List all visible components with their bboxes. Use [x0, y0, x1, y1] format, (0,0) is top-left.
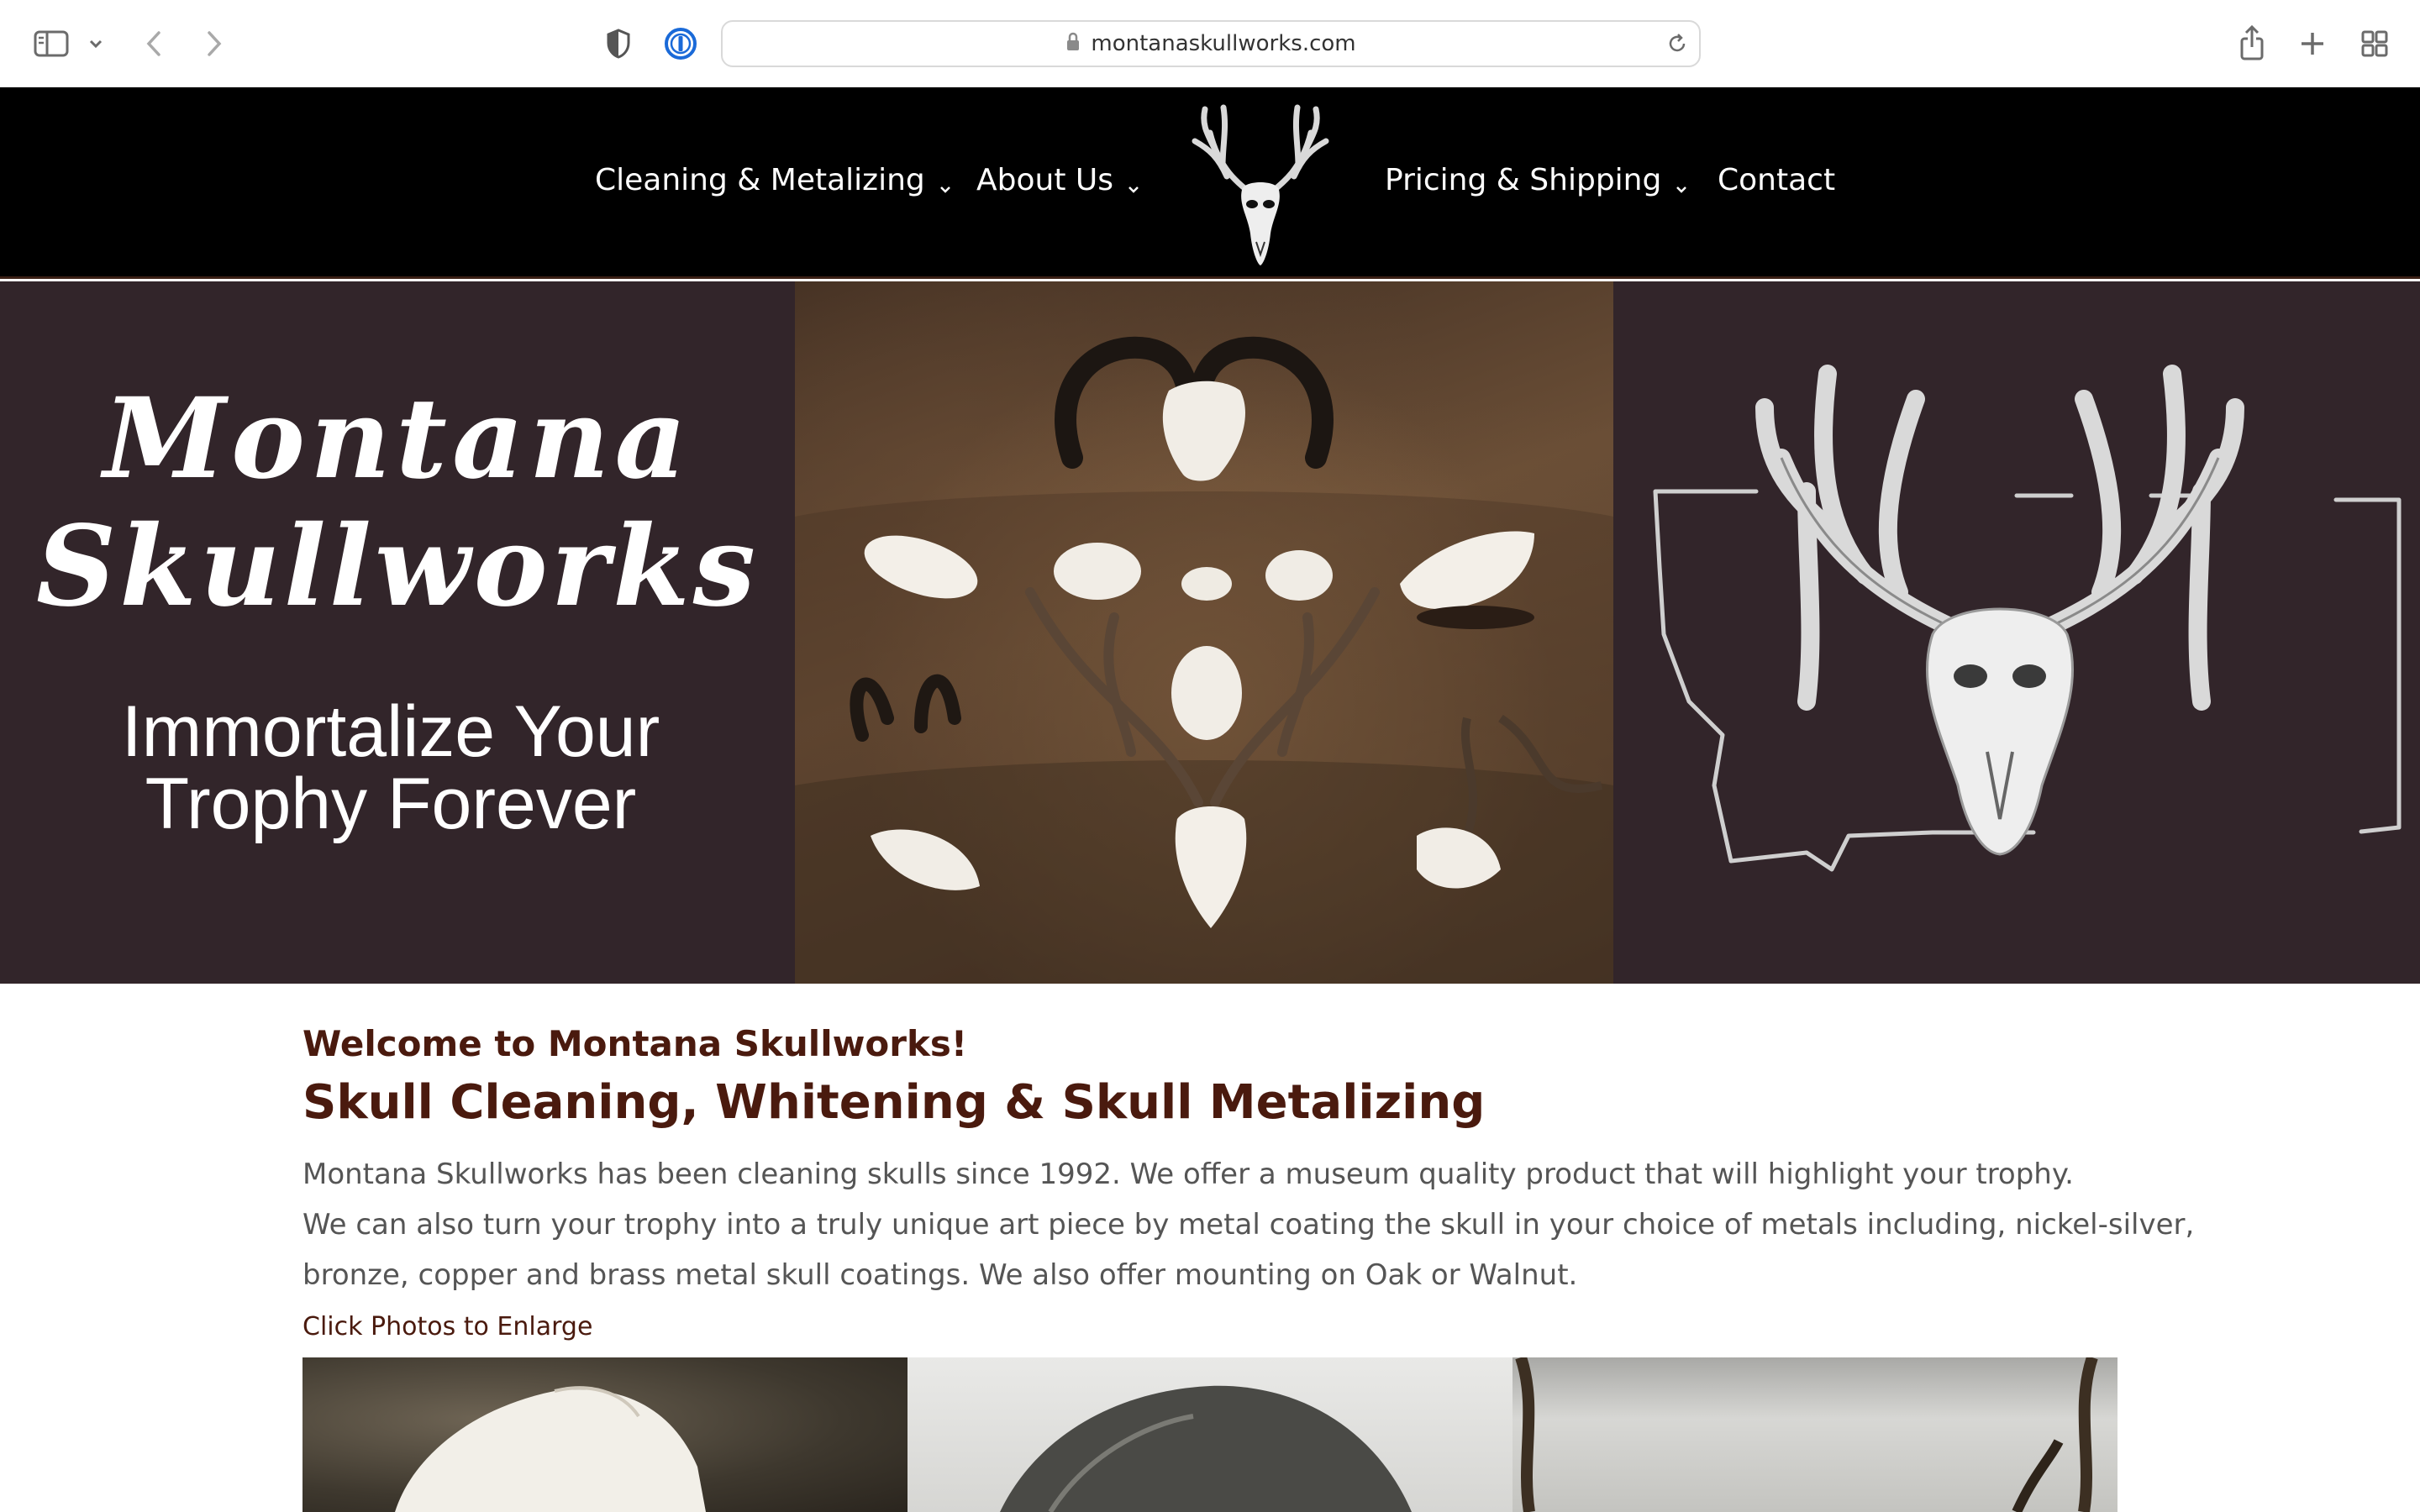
nav-label: Pricing & Shipping: [1385, 162, 1662, 197]
hero-brand-panel: Montana Skullworks Immortalize Your Trop…: [0, 281, 795, 984]
url-text: montanaskullworks.com: [1091, 31, 1356, 56]
nav-pricing-shipping[interactable]: Pricing & Shipping: [1385, 155, 1690, 205]
new-tab-icon[interactable]: [2296, 25, 2329, 62]
montana-state-deer-skull-icon: [1613, 281, 2420, 984]
click-photos-note: Click Photos to Enlarge: [302, 1312, 593, 1341]
photo-gallery: [302, 1357, 2118, 1512]
tab-overview-icon[interactable]: [2358, 25, 2391, 62]
intro-line: We can also turn your trophy into a trul…: [302, 1208, 2195, 1242]
gallery-photo-antlered-skull[interactable]: [1512, 1357, 2118, 1512]
reload-icon[interactable]: [1665, 32, 1689, 59]
nav-about-us[interactable]: About Us: [976, 155, 1142, 205]
deer-skull-logo-icon[interactable]: [1176, 99, 1344, 267]
chevron-down-icon: [1125, 171, 1142, 193]
sidebar-toggle-icon[interactable]: [32, 27, 71, 60]
hero-skull-collection-photo: [795, 281, 1613, 984]
back-icon[interactable]: [138, 25, 171, 62]
share-icon[interactable]: [2235, 22, 2269, 64]
privacy-shield-icon[interactable]: [602, 25, 635, 62]
intro-line: Montana Skullworks has been cleaning sku…: [302, 1158, 2074, 1191]
lock-icon: [1065, 32, 1081, 55]
nav-contact[interactable]: Contact: [1718, 155, 1835, 205]
password-manager-icon[interactable]: [662, 25, 699, 62]
brand-wordmark-line1: Montana: [103, 374, 692, 504]
ram-skull-icon: [1055, 336, 1334, 481]
nav-label: About Us: [976, 162, 1113, 197]
nav-label: Cleaning & Metalizing: [595, 162, 925, 197]
chevron-down-icon: [1673, 171, 1690, 193]
page-headline: Skull Cleaning, Whitening & Skull Metali…: [302, 1075, 1486, 1130]
chevron-down-icon: [937, 171, 954, 193]
nav-label: Contact: [1718, 162, 1836, 197]
forward-icon[interactable]: [197, 25, 230, 62]
nav-cleaning-metalizing[interactable]: Cleaning & Metalizing: [595, 155, 954, 205]
address-bar[interactable]: montanaskullworks.com: [721, 20, 1701, 67]
chevron-down-icon[interactable]: [84, 32, 108, 55]
hero-tagline-line2: Trophy Forever: [145, 764, 637, 844]
gallery-photo-metal-skull[interactable]: [908, 1357, 1512, 1512]
intro-paragraph: Montana Skullworks has been cleaning sku…: [302, 1149, 2195, 1300]
gallery-photo-white-skull[interactable]: [302, 1357, 908, 1512]
brand-wordmark-line2: Skullworks: [35, 501, 760, 632]
intro-line: bronze, copper and brass metal skull coa…: [302, 1258, 1578, 1292]
hero-banner: Montana Skullworks Immortalize Your Trop…: [0, 281, 2420, 984]
welcome-heading: Welcome to Montana Skullworks!: [302, 1023, 968, 1064]
site-header: Cleaning & Metalizing About Us Pricing &…: [0, 87, 2420, 279]
hero-tagline-line1: Immortalize Your: [121, 691, 660, 772]
browser-toolbar: montanaskullworks.com: [0, 0, 2420, 87]
